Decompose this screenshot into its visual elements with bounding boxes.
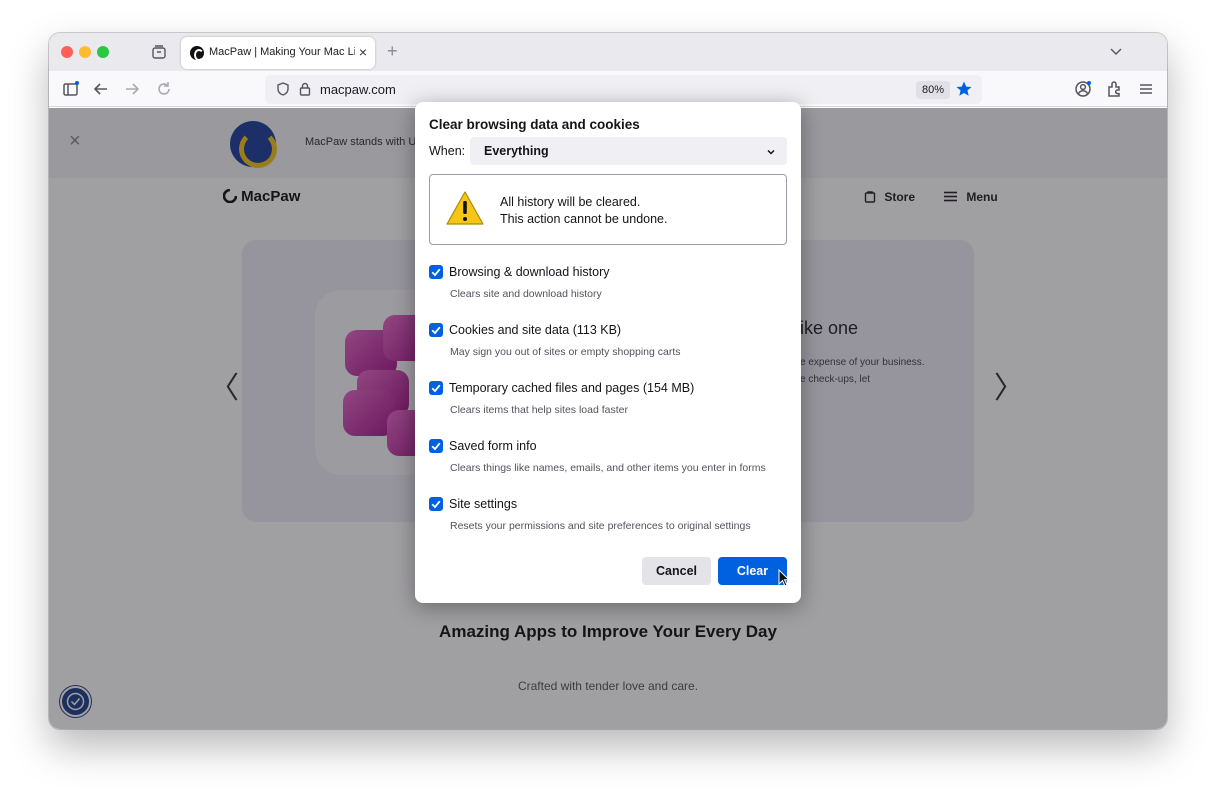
mouse-cursor-icon	[778, 568, 791, 587]
warning-text: All history will be cleared.	[500, 195, 641, 209]
bookmark-star-icon[interactable]	[955, 80, 973, 98]
warning-text: This action cannot be undone.	[500, 212, 668, 226]
clear-button[interactable]: Clear	[718, 557, 787, 585]
when-label: When:	[429, 144, 466, 158]
option-description: Resets your permissions and site prefere…	[450, 520, 751, 532]
time-range-select[interactable]: Everything	[470, 137, 787, 165]
option-description: Clears things like names, emails, and ot…	[450, 462, 766, 474]
option-description: Clears site and download history	[450, 288, 602, 300]
time-range-value: Everything	[484, 144, 549, 158]
url-text[interactable]: macpaw.com	[320, 82, 396, 97]
checkbox-check-icon[interactable]	[429, 381, 443, 395]
url-bar[interactable]: macpaw.com 80%	[265, 75, 982, 104]
option-label: Browsing & download history	[449, 265, 610, 279]
chevron-down-icon	[765, 145, 777, 157]
cancel-button[interactable]: Cancel	[642, 557, 711, 585]
clear-data-dialog: Clear browsing data and cookies When: Ev…	[415, 102, 801, 603]
option-label: Site settings	[449, 497, 518, 511]
checkbox-check-icon[interactable]	[429, 439, 443, 453]
reload-icon[interactable]	[154, 79, 174, 99]
option-cache[interactable]: Temporary cached files and pages (154 MB…	[429, 381, 789, 431]
option-cookies[interactable]: Cookies and site data (113 KB) May sign …	[429, 323, 789, 373]
hamburger-menu-icon[interactable]	[1136, 79, 1156, 99]
zoom-level-badge[interactable]: 80%	[916, 81, 951, 99]
tab-overview-icon[interactable]	[151, 44, 167, 60]
tab-macpaw[interactable]: MacPaw | Making Your Mac Life ×	[181, 37, 375, 69]
chevron-down-icon[interactable]	[1109, 44, 1123, 58]
window-close-button[interactable]	[61, 46, 73, 58]
extensions-icon[interactable]	[1105, 79, 1125, 99]
option-label: Saved form info	[449, 439, 537, 453]
back-icon[interactable]	[91, 79, 111, 99]
lock-icon[interactable]	[297, 81, 313, 97]
option-description: Clears items that help sites load faster	[450, 404, 628, 416]
checkbox-check-icon[interactable]	[429, 497, 443, 511]
warning-box: All history will be cleared. This action…	[429, 174, 787, 245]
macpaw-favicon-icon	[190, 46, 204, 61]
new-tab-button[interactable]: +	[387, 41, 398, 62]
dialog-title: Clear browsing data and cookies	[429, 117, 640, 132]
checkbox-check-icon[interactable]	[429, 323, 443, 337]
sidebar-icon[interactable]	[61, 79, 81, 99]
option-site-settings[interactable]: Site settings Resets your permissions an…	[429, 497, 789, 547]
option-browsing-history[interactable]: Browsing & download history Clears site …	[429, 265, 789, 315]
option-label: Temporary cached files and pages (154 MB…	[449, 381, 695, 395]
option-description: May sign you out of sites or empty shopp…	[450, 346, 681, 358]
tab-strip: MacPaw | Making Your Mac Life × +	[49, 33, 1167, 71]
option-label: Cookies and site data (113 KB)	[449, 323, 622, 337]
option-form-info[interactable]: Saved form info Clears things like names…	[429, 439, 789, 489]
window-minimize-button[interactable]	[79, 46, 91, 58]
account-icon[interactable]	[1073, 79, 1093, 99]
checkbox-check-icon[interactable]	[429, 265, 443, 279]
window-zoom-button[interactable]	[97, 46, 109, 58]
shield-icon[interactable]	[275, 81, 291, 97]
warning-triangle-icon	[445, 190, 485, 226]
tab-title: MacPaw | Making Your Mac Life	[209, 46, 355, 58]
browser-window: MacPaw | Making Your Mac Life × + macpaw…	[49, 33, 1167, 729]
forward-icon[interactable]	[122, 79, 142, 99]
tab-close-button[interactable]: ×	[359, 43, 367, 61]
